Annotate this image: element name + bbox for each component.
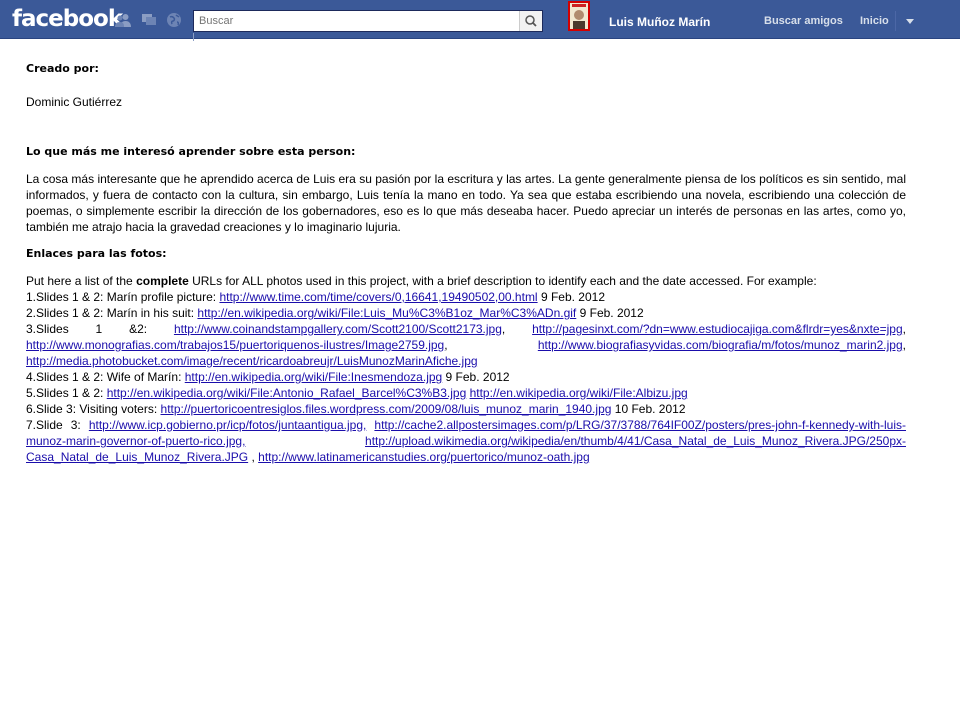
avatar-thumbnail-icon xyxy=(570,3,588,29)
link-item: 4.Slides 1 & 2: Wife of Marín: http://en… xyxy=(26,370,510,384)
photo-url-link[interactable]: http://en.wikipedia.org/wiki/File:Antoni… xyxy=(107,386,467,400)
photo-url-link[interactable]: http://www.biografiasyvidas.com/biografi… xyxy=(538,338,903,352)
interest-heading: Lo que más me interesó aprender sobre es… xyxy=(26,145,356,158)
author-name: Dominic Gutiérrez xyxy=(26,95,123,109)
top-navigation-bar: facebook Luis Muñoz Marín Buscar amigos … xyxy=(0,0,960,41)
find-friends-link[interactable]: Buscar amigos xyxy=(764,15,843,27)
facebook-logo[interactable]: facebook xyxy=(12,6,123,32)
search-input[interactable] xyxy=(199,14,514,28)
photo-url-link[interactable]: http://www.icp.gobierno.pr/icp/fotos/jun… xyxy=(89,418,367,432)
link-item: 3.Slides 1 &2: http://www.coinandstampga… xyxy=(26,322,906,368)
links-intro: Put here a list of the complete URLs for… xyxy=(26,273,906,289)
home-link[interactable]: Inicio xyxy=(860,15,889,27)
search-box xyxy=(193,10,543,32)
notifications-globe-icon[interactable] xyxy=(166,12,182,28)
photo-url-link[interactable]: http://en.wikipedia.org/wiki/File:Albizu… xyxy=(470,386,688,400)
note-body: Creado por: Dominic Gutiérrez Lo que más… xyxy=(26,62,906,465)
photo-url-link[interactable]: http://en.wikipedia.org/wiki/File:Inesme… xyxy=(185,370,442,384)
account-menu-caret-icon[interactable] xyxy=(906,19,914,24)
messages-icon[interactable] xyxy=(141,12,157,28)
photo-url-link[interactable]: http://www.time.com/time/covers/0,16641,… xyxy=(219,290,537,304)
photo-links-heading: Enlaces para las fotos: xyxy=(26,247,167,260)
link-item: 5.Slides 1 & 2: http://en.wikipedia.org/… xyxy=(26,386,688,400)
profile-name-link[interactable]: Luis Muñoz Marín xyxy=(609,15,710,29)
photo-url-link[interactable]: http://media.photobucket.com/image/recen… xyxy=(26,354,478,368)
link-item: 1.Slides 1 & 2: Marín profile picture: h… xyxy=(26,290,605,304)
link-item: 2.Slides 1 & 2: Marín in his suit: http:… xyxy=(26,306,644,320)
friend-requests-icon[interactable] xyxy=(115,12,131,28)
profile-avatar[interactable] xyxy=(568,1,590,31)
link-item: 7.Slide 3: http://www.icp.gobierno.pr/ic… xyxy=(26,418,906,464)
photo-url-link[interactable]: http://puertoricoentresiglos.files.wordp… xyxy=(161,402,612,416)
photo-url-link[interactable]: http://www.latinamericanstudies.org/puer… xyxy=(258,450,590,464)
photo-links-list: Put here a list of the complete URLs for… xyxy=(26,273,906,465)
created-by-heading: Creado por: xyxy=(26,62,99,75)
intro-text: Put here a list of the xyxy=(26,274,137,288)
nav-divider xyxy=(895,11,896,31)
intro-text-end: URLs for ALL photos used in this project… xyxy=(188,274,817,288)
search-icon xyxy=(525,15,537,27)
photo-url-link[interactable]: http://www.coinandstampgallery.com/Scott… xyxy=(174,322,502,336)
photo-url-link[interactable]: http://pagesinxt.com/?dn=www.estudiocaji… xyxy=(532,322,903,336)
intro-bold-text: complete xyxy=(136,274,189,288)
interest-paragraph: La cosa más interesante que he aprendido… xyxy=(26,172,906,234)
link-item: 6.Slide 3: Visiting voters: http://puert… xyxy=(26,402,686,416)
search-divider xyxy=(193,33,194,41)
photo-url-link[interactable]: http://en.wikipedia.org/wiki/File:Luis_M… xyxy=(197,306,576,320)
photo-url-link[interactable]: http://www.monografias.com/trabajos15/pu… xyxy=(26,338,444,352)
search-button[interactable] xyxy=(519,11,542,31)
